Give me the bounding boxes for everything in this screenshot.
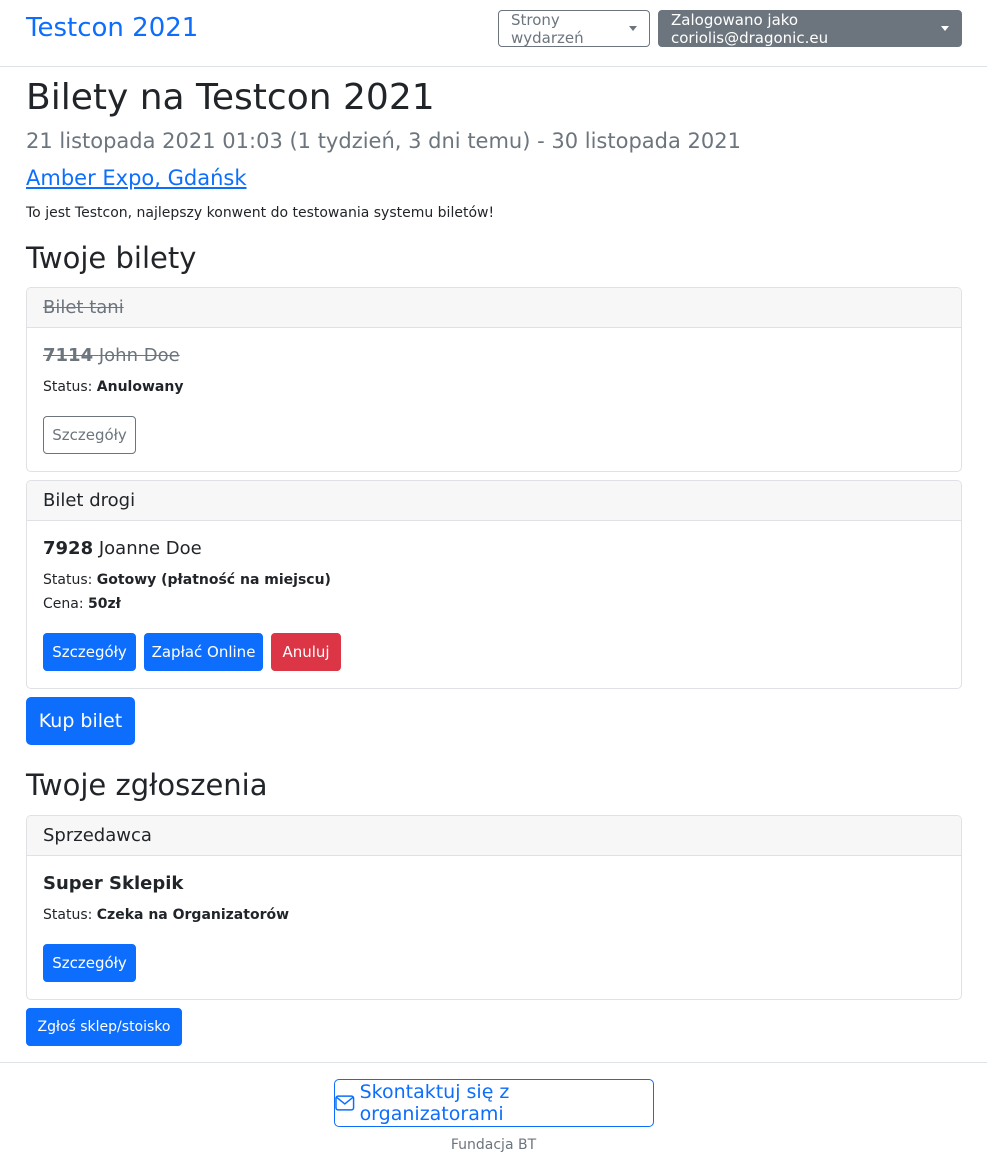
ticket-status: Status: Gotowy (płatność na miejscu) [43,572,331,588]
cancel-button[interactable]: Anuluj [271,633,341,671]
ticket-number: 7114 [43,345,94,366]
navbar: Testcon 2021 Strony wydarzeń Zalogowano … [0,0,987,67]
ticket-number: 7928 [43,538,94,559]
venue-link[interactable]: Amber Expo, Gdańsk [26,166,247,190]
status-label: Status: [43,572,93,588]
caret-down-icon [629,26,637,31]
ticket-card: Bilet drogi 7928 Joanne Doe Status: Goto… [26,480,962,689]
contact-label: Skontaktuj się z organizatorami [359,1081,510,1125]
tickets-heading: Twoje bilety [26,241,197,275]
status-value: Czeka na Organizatorów [96,907,290,923]
application-name: Super Sklepik [43,873,184,894]
details-button[interactable]: Szczegóły [43,416,136,454]
envelope-icon [335,1095,355,1111]
caret-down-icon [941,26,949,31]
price-value: 50zł [88,596,121,612]
status-value: Gotowy (płatność na miejscu) [96,572,331,588]
details-button[interactable]: Szczegóły [43,944,136,982]
ticket-type: Bilet tani [27,288,961,328]
user-menu-button[interactable]: Zalogowano jako coriolis@dragonic.eu [658,10,962,47]
ticket-holder: 7114 John Doe [43,345,180,366]
footer-org: Fundacja BT [450,1137,537,1153]
brand-link[interactable]: Testcon 2021 [26,13,198,43]
ticket-price: Cena: 50zł [43,596,121,612]
ticket-name: Joanne Doe [98,538,202,559]
application-type: Sprzedawca [27,816,961,856]
ticket-type: Bilet drogi [27,481,961,521]
contact-organizers-button[interactable]: Skontaktuj się z organizatorami [334,1079,654,1127]
details-button[interactable]: Szczegóły [43,633,136,671]
footer-divider [0,1062,987,1063]
status-label: Status: [43,379,93,395]
user-menu-label: Zalogowano jako coriolis@dragonic.eu [671,10,829,47]
ticket-holder: 7928 Joanne Doe [43,538,202,559]
events-menu-label: Strony wydarzeń [511,10,584,47]
status-value: Anulowany [96,379,184,395]
ticket-status: Status: Anulowany [43,379,183,395]
ticket-name: John Doe [98,345,180,366]
event-description: To jest Testcon, najlepszy konwent do te… [26,205,495,221]
ticket-card: Bilet tani 7114 John Doe Status: Anulowa… [26,287,962,472]
event-dates: 21 listopada 2021 01:03 (1 tydzień, 3 dn… [26,129,741,153]
price-label: Cena: [43,596,84,612]
application-card: Sprzedawca Super Sklepik Status: Czeka n… [26,815,962,1000]
page-title: Bilety na Testcon 2021 [26,77,435,118]
applications-heading: Twoje zgłoszenia [26,768,268,802]
buy-ticket-button[interactable]: Kup bilet [26,697,135,745]
apply-shop-button[interactable]: Zgłoś sklep/stoisko [26,1008,182,1046]
pay-online-button[interactable]: Zapłać Online [144,633,263,671]
events-menu-button[interactable]: Strony wydarzeń [498,10,650,47]
status-label: Status: [43,907,93,923]
application-status: Status: Czeka na Organizatorów [43,907,289,923]
